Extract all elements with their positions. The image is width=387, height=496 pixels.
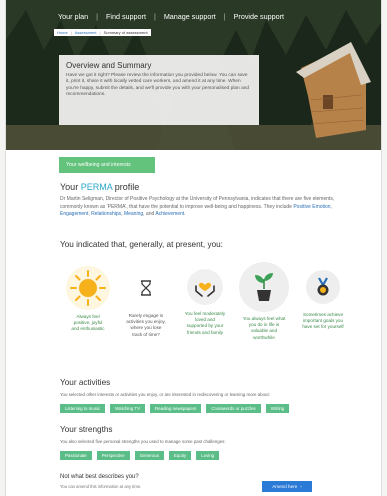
trait-engagement: Rarely engage in activities you enjoy, w…: [118, 272, 174, 338]
perma-traits: Always feel positive, joyful and enthusi…: [60, 262, 350, 362]
activity-chip[interactable]: Listening to music: [60, 404, 106, 413]
link-meaning[interactable]: Meaning: [124, 211, 143, 217]
plant-icon: [239, 262, 289, 312]
top-navigation: Your plan | Find support | Manage suppor…: [50, 12, 292, 21]
strength-chip[interactable]: Passionate: [60, 451, 92, 460]
activities-title: Your activities: [60, 378, 111, 387]
overview-title: Overview and Summary: [66, 61, 152, 70]
breadcrumb-assessment[interactable]: Assessment: [75, 30, 97, 35]
tab-wellbeing-interests[interactable]: Your wellbeing and interests: [59, 157, 155, 173]
amend-button-label: Amend here: [272, 484, 298, 489]
activity-chip[interactable]: Crosswords or puzzles: [206, 404, 261, 413]
not-best-subtitle: You can amend this information at any ti…: [60, 484, 142, 489]
chevron-right-icon: ›: [300, 484, 302, 489]
strengths-title: Your strengths: [60, 425, 113, 434]
medal-icon: [306, 270, 340, 304]
trait-caption: Rarely engage in activities you enjoy, w…: [126, 313, 166, 337]
trait-relationships: You feel moderately loved and supported …: [177, 269, 233, 336]
strengths-list: Passionate Perspective Generous Equity L…: [60, 451, 220, 460]
perma-desc-end: .: [184, 211, 186, 217]
activities-list: Listening to music Watching TV Reading n…: [60, 404, 290, 413]
activity-chip[interactable]: Writing: [265, 404, 290, 413]
strength-chip[interactable]: Loving: [196, 451, 220, 460]
perma-desc-separator: ,: [330, 203, 332, 210]
sun-icon: [66, 266, 110, 310]
nav-manage-support[interactable]: Manage support: [156, 12, 224, 21]
indicated-heading: You indicated that, generally, at presen…: [60, 240, 223, 249]
trait-caption: Always feel positive, joyful and enthusi…: [71, 314, 105, 332]
perma-description: Dr Martin Seligman, Director of Positive…: [60, 196, 345, 219]
link-achievement[interactable]: Achievement: [155, 211, 184, 217]
amend-here-button[interactable]: Amend here ›: [262, 481, 312, 492]
strength-chip[interactable]: Generous: [134, 451, 164, 460]
activity-chip[interactable]: Watching TV: [110, 404, 146, 413]
trait-caption: You always feel what you do in life is v…: [242, 316, 286, 340]
strength-chip[interactable]: Perspective: [96, 451, 130, 460]
hourglass-icon: [130, 272, 162, 304]
link-positive-emotion[interactable]: Positive Emotion: [293, 204, 330, 210]
perma-title-prefix: Your: [60, 182, 81, 192]
strength-chip[interactable]: Equity: [168, 451, 192, 460]
trait-positive-emotion: Always feel positive, joyful and enthusi…: [60, 266, 116, 333]
overview-body: Have we got it right? Please review the …: [66, 73, 250, 98]
nav-separator: |: [153, 12, 156, 21]
breadcrumb-home[interactable]: Home: [57, 30, 68, 35]
link-relationships[interactable]: Relationships: [91, 211, 121, 217]
strengths-subtitle: You also selected five personal strength…: [60, 439, 226, 444]
nav-find-support[interactable]: Find support: [98, 12, 154, 21]
breadcrumb-separator: |: [70, 30, 72, 35]
trait-caption: Sometimes achieve important goals you ha…: [302, 312, 344, 330]
perma-title-suffix: profile: [112, 182, 140, 192]
trait-caption: You feel moderately loved and supported …: [184, 311, 226, 335]
perma-title-accent: PERMA: [80, 182, 113, 192]
breadcrumb-current: Summary of assessment: [103, 30, 148, 35]
trait-achievement: Sometimes achieve important goals you ha…: [295, 270, 351, 331]
breadcrumb: Home | Assessment | Summary of assessmen…: [54, 29, 151, 36]
hero-banner: Your plan | Find support | Manage suppor…: [6, 0, 381, 150]
nav-provide-support[interactable]: Provide support: [226, 12, 292, 21]
link-engagement[interactable]: Engagement: [60, 211, 88, 217]
perma-desc-separator: , and: [143, 211, 156, 217]
page: Your plan | Find support | Manage suppor…: [5, 0, 382, 496]
activity-chip[interactable]: Reading newspapers: [150, 404, 202, 413]
nav-your-plan[interactable]: Your plan: [50, 12, 96, 21]
overview-panel: Overview and Summary Have we got it righ…: [59, 55, 259, 125]
nav-separator: |: [223, 12, 226, 21]
nav-separator: |: [96, 12, 98, 21]
activities-subtitle: You selected other interests or activiti…: [60, 392, 270, 397]
breadcrumb-separator: |: [99, 30, 101, 35]
hands-heart-icon: [187, 269, 223, 305]
not-best-title: Not what best describes you?: [60, 474, 139, 480]
perma-title: Your PERMA profile: [60, 182, 139, 192]
trait-meaning: You always feel what you do in life is v…: [236, 262, 292, 341]
